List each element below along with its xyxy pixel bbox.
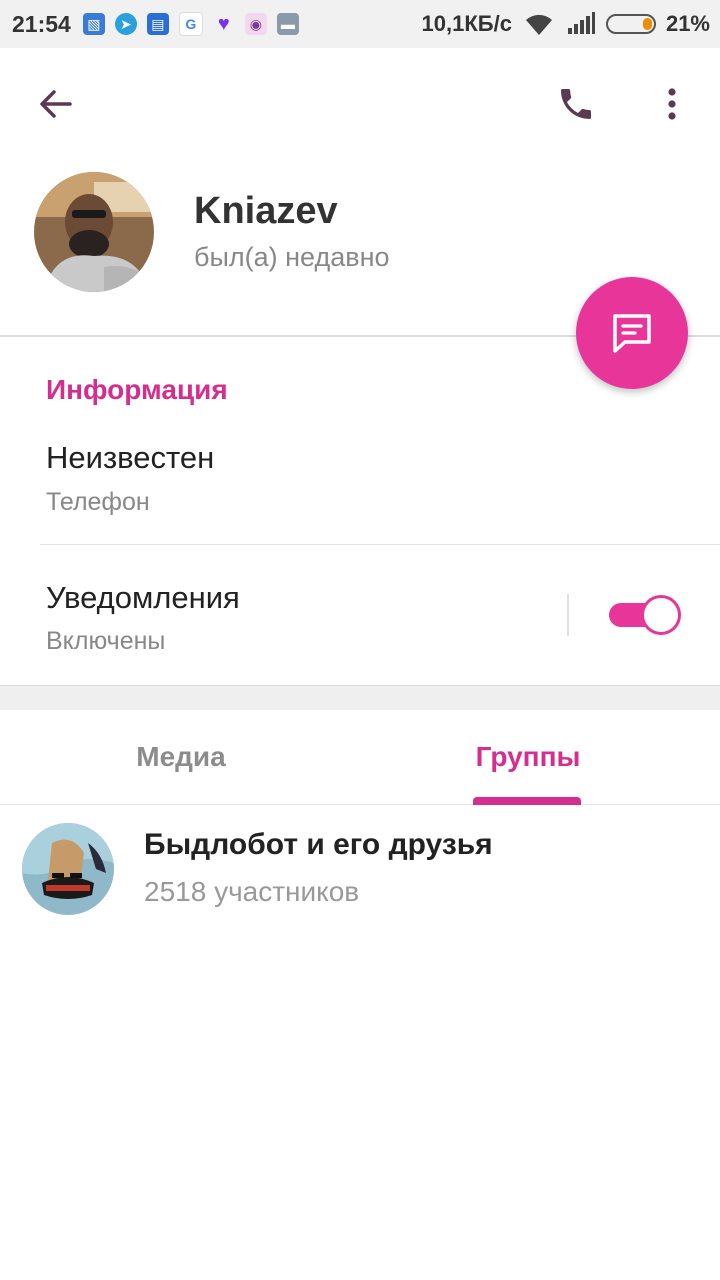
call-button[interactable] bbox=[550, 76, 602, 132]
phone-icon bbox=[561, 89, 591, 119]
info-section-title: Информация bbox=[46, 374, 228, 405]
status-bar: 21:54 ▧ ➤ ▤ G ♥ ◉ ▬ 10,1КБ/с 21% bbox=[0, 0, 720, 48]
profile-photo bbox=[34, 172, 154, 292]
top-app-bar bbox=[0, 48, 720, 160]
battery-percent: 21% bbox=[665, 11, 710, 36]
toggle-knob bbox=[641, 595, 681, 635]
network-speed: 10,1КБ/с bbox=[421, 11, 512, 36]
wifi-icon bbox=[525, 14, 552, 35]
profile-name: Kniazev bbox=[194, 190, 338, 232]
message-icon bbox=[613, 314, 651, 353]
signal-icon bbox=[567, 12, 595, 34]
section-spacer bbox=[0, 685, 720, 710]
phone-value: Неизвестен bbox=[46, 440, 215, 475]
files-icon: ▤ bbox=[146, 13, 169, 35]
notifications-title: Уведомления bbox=[46, 580, 240, 615]
owl-icon: ◉ bbox=[244, 13, 267, 35]
send-message-fab[interactable] bbox=[576, 277, 688, 389]
phone-label: Телефон bbox=[46, 488, 150, 516]
more-options-button[interactable] bbox=[648, 76, 696, 132]
tab-media[interactable]: Медиа bbox=[0, 709, 362, 804]
battery-icon bbox=[605, 14, 656, 34]
app-icon: ▬ bbox=[276, 13, 299, 35]
profile-avatar[interactable] bbox=[34, 172, 154, 292]
status-time: 21:54 bbox=[12, 10, 71, 37]
battery-level bbox=[642, 18, 652, 30]
profile-last-seen: был(а) недавно bbox=[194, 242, 390, 272]
group-photo bbox=[22, 823, 114, 915]
active-tab-indicator bbox=[473, 797, 581, 805]
google-icon: G bbox=[178, 12, 203, 36]
notifications-toggle[interactable] bbox=[609, 595, 681, 635]
back-button[interactable] bbox=[30, 78, 82, 130]
group-avatar bbox=[22, 823, 114, 915]
row-divider bbox=[40, 544, 720, 545]
back-arrow-icon bbox=[40, 90, 72, 118]
group-name: Быдлобот и его друзья bbox=[144, 828, 493, 861]
list-item[interactable]: Быдлобот и его друзья 2518 участников bbox=[0, 806, 720, 926]
telegram-icon: ➤ bbox=[114, 13, 137, 35]
group-member-count: 2518 участников bbox=[144, 876, 360, 907]
toggle-divider bbox=[567, 594, 569, 636]
more-vert-icon bbox=[668, 88, 676, 120]
tab-groups[interactable]: Группы bbox=[358, 709, 698, 804]
notifications-state: Включены bbox=[46, 627, 166, 655]
media-tabs: Медиа Группы bbox=[0, 709, 720, 805]
notification-icons: ▧ ➤ ▤ G ♥ ◉ ▬ bbox=[82, 12, 299, 36]
image-icon: ▧ bbox=[82, 13, 105, 35]
viber-icon: ♥ bbox=[217, 12, 230, 35]
